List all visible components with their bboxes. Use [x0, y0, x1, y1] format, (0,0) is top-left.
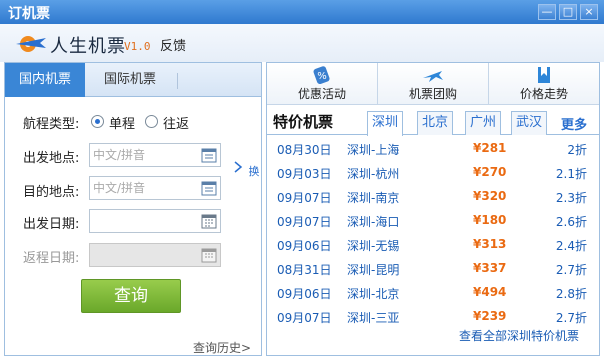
depart-placeholder: 中文/拼音	[93, 148, 146, 162]
depart-input[interactable]: 中文/拼音	[89, 143, 221, 167]
depart-date-input[interactable]	[89, 209, 221, 233]
bookmark-icon	[538, 67, 550, 83]
fare-date: 08月30日	[277, 143, 332, 157]
oneway-radio-dot	[91, 115, 104, 128]
fare-row[interactable]: 09月06日 深圳-北京 ¥494 2.8折	[267, 281, 599, 305]
fare-date: 09月03日	[277, 167, 332, 181]
search-button[interactable]: 查询	[81, 279, 181, 313]
city-list-icon[interactable]	[201, 180, 217, 196]
city-list-icon[interactable]	[201, 147, 217, 163]
city-tab-shenzhen[interactable]: 深圳	[367, 111, 403, 136]
window-title: 订机票	[8, 6, 50, 22]
arrive-label: 目的地点:	[23, 185, 80, 200]
fare-date: 09月07日	[277, 215, 332, 229]
more-link[interactable]: 更多	[561, 114, 587, 133]
calendar-icon	[201, 248, 217, 263]
roundtrip-label: 往返	[163, 117, 190, 132]
fare-discount: 2.1折	[555, 167, 587, 181]
fare-route[interactable]: 深圳-上海	[347, 141, 399, 158]
group-buy-label: 机票团购	[408, 87, 457, 101]
fare-discount: 2.7折	[555, 311, 587, 325]
price-trend-label: 价格走势	[519, 87, 568, 101]
tab-international[interactable]: 国际机票	[85, 63, 175, 97]
fare-date: 09月07日	[277, 311, 332, 325]
fare-price: ¥270	[473, 165, 507, 179]
search-panel: 国内机票 国际机票 航程类型: 单程 往返 出发地点: 中文/拼音 换 目的地点…	[4, 62, 262, 356]
special-fares-title: 特价机票	[273, 113, 334, 131]
feedback-link[interactable]: 反馈	[160, 35, 186, 54]
view-all-link[interactable]: 查看全部深圳特价机票	[459, 327, 579, 344]
coupon-icon: %	[313, 66, 330, 84]
trip-type-label: 航程类型:	[23, 117, 80, 132]
app-name: 人生机票	[50, 36, 126, 57]
fare-date: 09月06日	[277, 287, 332, 301]
fare-date: 09月07日	[277, 191, 332, 205]
minimize-button[interactable]: —	[538, 4, 556, 20]
fare-route[interactable]: 深圳-海口	[347, 213, 399, 230]
special-fares-header: 特价机票 深圳 北京 广州 武汉 更多	[267, 105, 599, 136]
fare-row[interactable]: 09月07日 深圳-南京 ¥320 2.3折	[267, 185, 599, 209]
city-tab-beijing[interactable]: 北京	[417, 111, 453, 135]
arrive-input[interactable]: 中文/拼音	[89, 176, 221, 200]
return-date-input	[89, 243, 221, 267]
tab-divider	[177, 73, 178, 89]
fare-discount: 2折	[567, 143, 587, 157]
fare-date: 09月06日	[277, 239, 332, 253]
fare-discount: 2.4折	[555, 239, 587, 253]
swap-icon	[234, 161, 243, 173]
svg-text:%: %	[317, 71, 327, 82]
fare-price: ¥313	[473, 237, 507, 251]
fare-price: ¥180	[473, 213, 507, 227]
fare-price: ¥494	[473, 285, 507, 299]
fare-route[interactable]: 深圳-北京	[347, 285, 399, 302]
fare-price: ¥239	[473, 309, 507, 323]
fare-discount: 2.6折	[555, 215, 587, 229]
price-trend-button[interactable]: 价格走势	[489, 63, 599, 105]
roundtrip-radio[interactable]: 往返	[145, 113, 215, 132]
tab-domestic[interactable]: 国内机票	[5, 63, 85, 97]
fare-discount: 2.8折	[555, 287, 587, 301]
gear-plane-logo-icon	[16, 36, 46, 52]
fare-route[interactable]: 深圳-三亚	[347, 309, 399, 326]
promotions-button[interactable]: % 优惠活动	[267, 63, 378, 105]
fare-price: ¥337	[473, 261, 507, 275]
fare-discount: 2.7折	[555, 263, 587, 277]
arrive-placeholder: 中文/拼音	[93, 181, 146, 195]
roundtrip-radio-dot	[145, 115, 158, 128]
plane-icon	[423, 71, 443, 82]
oneway-label: 单程	[109, 117, 136, 132]
swap-label: 换	[248, 165, 260, 178]
fare-price: ¥281	[473, 141, 507, 155]
calendar-icon[interactable]	[201, 213, 217, 229]
fare-row[interactable]: 09月07日 深圳-三亚 ¥239 2.7折	[267, 305, 599, 329]
app-header: 人生机票 V1.0 反馈	[0, 24, 604, 62]
fare-route[interactable]: 深圳-昆明	[347, 261, 399, 278]
fare-date: 08月31日	[277, 263, 332, 277]
maximize-button[interactable]: □	[559, 4, 577, 20]
city-tab-guangzhou[interactable]: 广州	[465, 111, 501, 135]
city-tab-wuhan[interactable]: 武汉	[511, 111, 547, 135]
search-history-link[interactable]: 查询历史>	[193, 339, 251, 356]
app-version: V1.0	[124, 40, 151, 53]
fare-row[interactable]: 09月03日 深圳-杭州 ¥270 2.1折	[267, 161, 599, 185]
fare-route[interactable]: 深圳-南京	[347, 189, 399, 206]
fare-price: ¥320	[473, 189, 507, 203]
fare-row[interactable]: 08月31日 深圳-昆明 ¥337 2.7折	[267, 257, 599, 281]
title-bar: 订机票 — □ ×	[0, 0, 604, 24]
group-buy-button[interactable]: 机票团购	[378, 63, 489, 105]
depart-label: 出发地点:	[23, 151, 80, 166]
fare-row[interactable]: 09月06日 深圳-无锡 ¥313 2.4折	[267, 233, 599, 257]
fare-route[interactable]: 深圳-无锡	[347, 237, 399, 254]
promotions-label: 优惠活动	[297, 87, 346, 101]
fare-route[interactable]: 深圳-杭州	[347, 165, 399, 182]
close-button[interactable]: ×	[580, 4, 598, 20]
ticket-type-tabs: 国内机票 国际机票	[5, 63, 261, 97]
special-fares-panel: % 优惠活动 机票团购 价格走势 特价机票 深圳 北京 广州 武汉 更多 08月…	[266, 62, 600, 356]
fare-discount: 2.3折	[555, 191, 587, 205]
fare-row[interactable]: 08月30日 深圳-上海 ¥281 2折	[267, 137, 599, 161]
swap-button[interactable]: 换	[233, 159, 260, 179]
return-label: 返程日期:	[23, 251, 80, 266]
fare-row[interactable]: 09月07日 深圳-海口 ¥180 2.6折	[267, 209, 599, 233]
date-label: 出发日期:	[23, 217, 80, 232]
